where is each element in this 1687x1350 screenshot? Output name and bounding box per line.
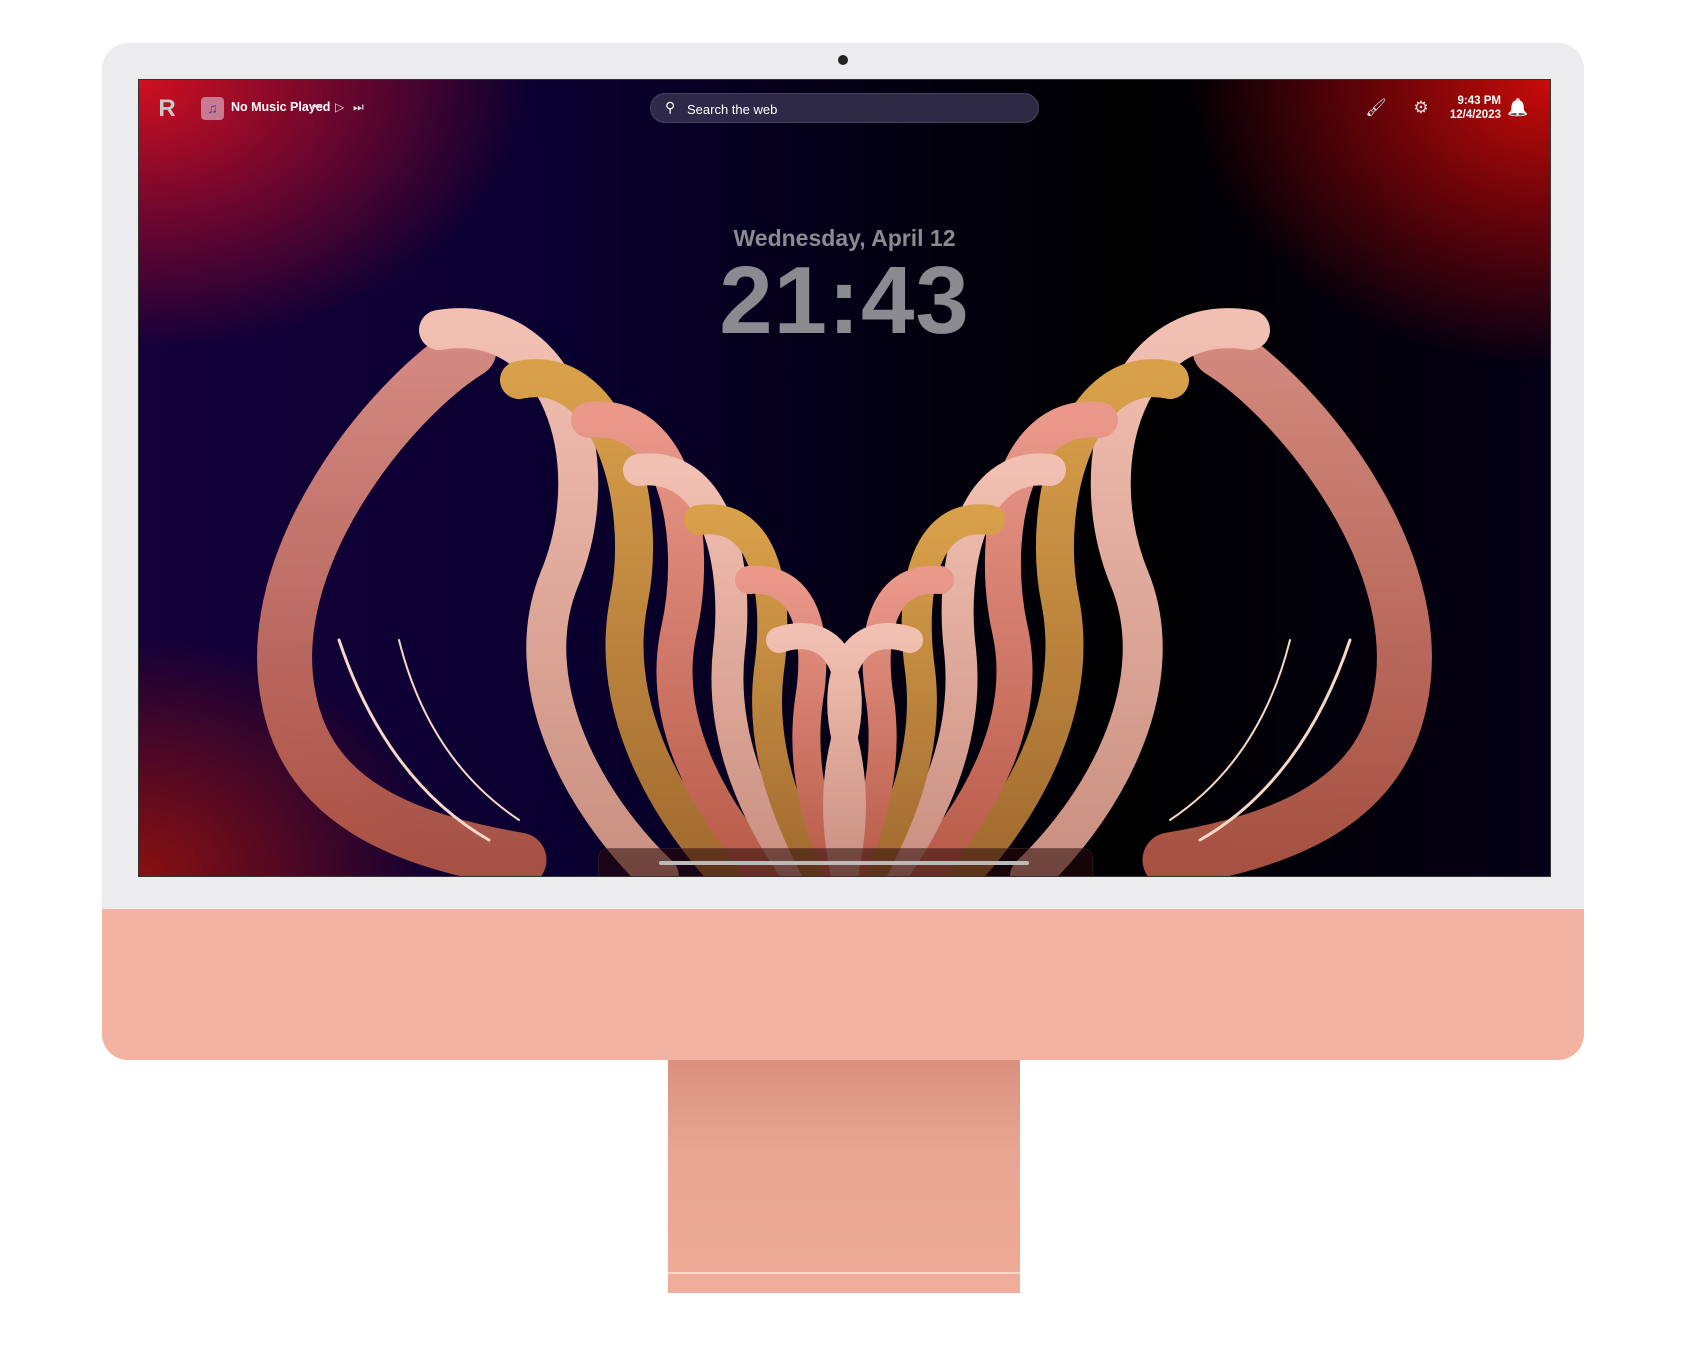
paintbrush-icon[interactable]: 🖌: [1363, 95, 1389, 121]
desktop-screen: R ♫ No Music Played ⏮ ▷ ⏭ ⚲ 🖌 ⚙ 9:43 PM …: [138, 79, 1551, 877]
search-icon: ⚲: [665, 99, 676, 115]
play-button[interactable]: ▷: [335, 100, 344, 114]
tray-clock[interactable]: 9:43 PM 12/4/2023: [1409, 94, 1501, 122]
next-track-button[interactable]: ⏭: [353, 100, 364, 115]
wallpaper-ribbons: [257, 80, 1550, 876]
music-note-icon[interactable]: ♫: [201, 97, 224, 120]
web-search-bar[interactable]: ⚲: [650, 93, 1039, 124]
lockscreen-time: 21:43: [719, 247, 970, 354]
tray-time: 9:43 PM: [1457, 95, 1501, 107]
dock-handle[interactable]: [659, 861, 1029, 865]
previous-track-button[interactable]: ⏮: [312, 100, 323, 115]
search-input[interactable]: [685, 94, 1019, 124]
monitor-stand: [668, 1060, 1020, 1291]
camera: [838, 55, 848, 65]
dock-panel[interactable]: [598, 848, 1093, 876]
top-bar: R ♫ No Music Played ⏮ ▷ ⏭ ⚲ 🖌 ⚙ 9:43 PM …: [139, 80, 1550, 138]
tray-date: 12/4/2023: [1449, 109, 1501, 121]
monitor-stand-foot: [668, 1272, 1020, 1293]
app-logo[interactable]: R: [153, 95, 181, 123]
monitor-chin: [102, 909, 1584, 1060]
bell-icon[interactable]: 🔔: [1505, 95, 1531, 121]
